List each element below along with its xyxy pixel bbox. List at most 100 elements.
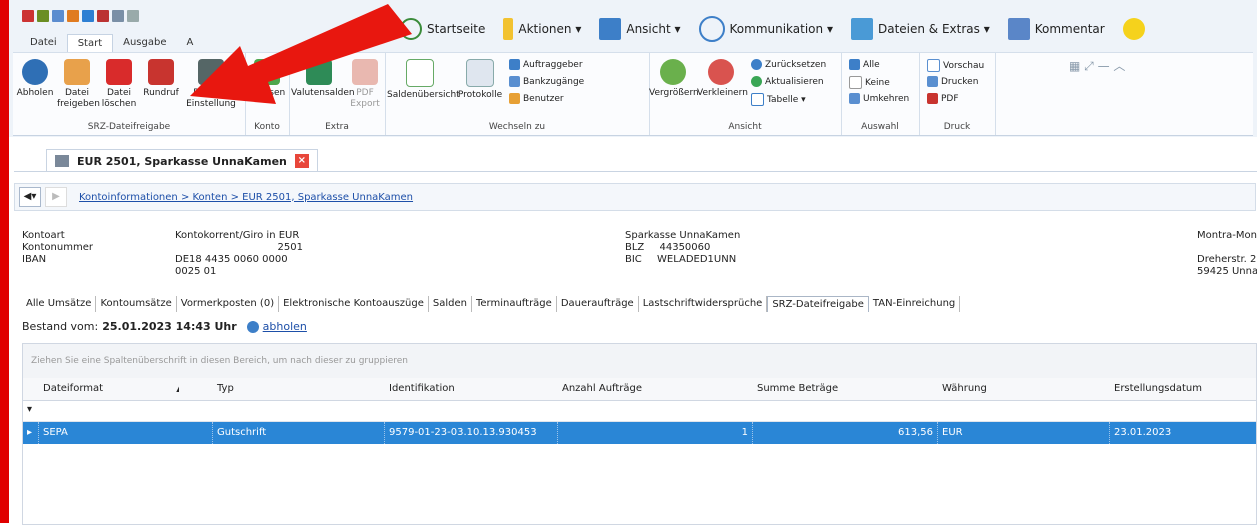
reset-icon xyxy=(751,59,762,70)
dateien-extras-menu[interactable]: Dateien & Extras ▾ xyxy=(850,18,990,40)
datei-loeschen-button[interactable]: Datei löschen xyxy=(99,59,139,110)
subtab-terminauftraege[interactable]: Terminaufträge xyxy=(472,296,557,312)
kommentar-button[interactable]: Kommentar xyxy=(1007,18,1105,40)
bank-name: Sparkasse UnnaKamen xyxy=(625,230,741,241)
owner-info: Montra-Mont Dreherstr. 2 59425 Unna xyxy=(1197,230,1257,278)
grid-header: Dateiformat ▲ Typ Identifikation Anzahl … xyxy=(23,378,1256,401)
breadcrumb[interactable]: Kontoinformationen > Konten > EUR 2501, … xyxy=(79,192,413,203)
bankzugaenge-button[interactable]: Bankzugänge xyxy=(509,76,584,87)
back-button[interactable]: ◀▾ xyxy=(19,187,41,207)
group-label-ansicht: Ansicht xyxy=(728,122,762,132)
datei-freigeben-button[interactable]: Datei freigeben xyxy=(57,59,100,110)
thumbs-up-icon xyxy=(64,59,90,85)
abholen-button[interactable]: Abholen xyxy=(15,59,55,99)
zoom-out-icon xyxy=(708,59,734,85)
subtab-dauerauftraege[interactable]: Daueraufträge xyxy=(557,296,639,312)
cell-erstellungsdatum: 23.01.2023 xyxy=(1114,427,1172,438)
import-icon[interactable] xyxy=(82,10,94,22)
umkehren-button[interactable]: Umkehren xyxy=(849,93,909,104)
vergroessern-button[interactable]: Vergrößern xyxy=(649,59,699,99)
aktualisieren-button[interactable]: Aktualisieren xyxy=(751,76,824,87)
owner-city: 59425 Unna xyxy=(1197,266,1257,277)
smiley-icon[interactable] xyxy=(1122,18,1145,40)
column-header-dateiformat[interactable]: Dateiformat ▲ xyxy=(39,379,179,399)
group-auswahl: Alle Keine Umkehren Auswahl xyxy=(841,53,920,135)
print-icon[interactable] xyxy=(97,10,109,22)
subtab-srz-dateifreigabe[interactable]: SRZ-Dateifreigabe xyxy=(767,296,869,312)
document-tab[interactable]: EUR 2501, Sparkasse UnnaKamen × xyxy=(46,149,318,172)
column-header-erstellungsdatum[interactable]: Erstellungsdatum xyxy=(1110,379,1256,399)
verkleinern-button[interactable]: Verkleinern xyxy=(697,59,748,99)
more-icon[interactable] xyxy=(127,10,139,22)
aktionen-menu[interactable]: Aktionen ▾ xyxy=(503,18,581,40)
export-icon[interactable] xyxy=(67,10,79,22)
top-navigation: Startseite Aktionen ▾ Ansicht ▾ Kommunik… xyxy=(400,16,1145,42)
kommunikation-menu[interactable]: Kommunikation ▾ xyxy=(698,16,833,42)
cell-identifikation: 9579-01-23-03.10.13.930453 xyxy=(385,422,558,444)
bank-info: Sparkasse UnnaKamen BLZ 44350060 BIC WEL… xyxy=(625,230,740,266)
window-controls[interactable]: ▦ ⤢ — ︿ xyxy=(1069,57,1125,74)
group-label-wechseln: Wechseln zu xyxy=(488,122,546,132)
pdf-icon xyxy=(927,93,938,104)
grid-icon[interactable] xyxy=(37,10,49,22)
subtab-vormerkposten[interactable]: Vormerkposten (0) xyxy=(177,296,280,312)
pdf-button[interactable]: PDF xyxy=(927,93,959,104)
subtab-kontoauszuege[interactable]: Elektronische Kontoauszüge xyxy=(279,296,429,312)
protokolle-button[interactable]: Protokolle xyxy=(455,59,505,101)
alle-button[interactable]: Alle xyxy=(849,59,880,70)
subtab-alle-umsaetze[interactable]: Alle Umsätze xyxy=(22,296,97,312)
app-icon[interactable] xyxy=(22,10,34,22)
printer-icon xyxy=(927,76,938,87)
refresh-icon[interactable] xyxy=(246,320,259,333)
bestand-line: Bestand vom: 25.01.2023 14:43 Uhr abhole… xyxy=(22,320,307,333)
subtab-tan-einreichung[interactable]: TAN-Einreichung xyxy=(869,296,961,312)
close-icon[interactable]: × xyxy=(294,154,309,168)
annotation-arrow xyxy=(190,4,412,104)
value-kontoart: Kontokorrent/Giro in EUR xyxy=(175,230,300,241)
page-icon[interactable] xyxy=(112,10,124,22)
comment-icon xyxy=(1007,18,1030,40)
subtab-lastschriftwidersprueche[interactable]: Lastschriftwidersprüche xyxy=(639,296,768,312)
cell-summe: 613,56 xyxy=(753,422,938,444)
filter-row[interactable]: ▾ xyxy=(23,401,1256,422)
keine-button[interactable]: Keine xyxy=(849,76,890,89)
delete-x-icon xyxy=(106,59,132,85)
row-indicator-icon: ▸ xyxy=(23,422,39,444)
table-row[interactable]: ▸ SEPA Gutschrift 9579-01-23-03.10.13.93… xyxy=(23,422,1256,444)
sort-ascending-icon: ▲ xyxy=(176,384,179,393)
account-subtabs: Alle Umsätze Kontoumsätze Vormerkposten … xyxy=(22,296,961,312)
bank-icon xyxy=(509,76,520,87)
benutzer-button[interactable]: Benutzer xyxy=(509,93,564,104)
label-kontonummer: Kontonummer xyxy=(22,242,93,253)
column-header-summe[interactable]: Summe Beträge xyxy=(753,379,913,399)
label-blz: BLZ xyxy=(625,242,645,253)
tab-datei[interactable]: Datei xyxy=(20,34,67,52)
auftraggeber-icon xyxy=(509,59,520,70)
subtab-kontoumsaetze[interactable]: Kontoumsätze xyxy=(96,296,177,312)
abholen-link[interactable]: abholen xyxy=(263,320,307,333)
column-header-waehrung[interactable]: Währung xyxy=(938,379,1098,399)
column-header-typ[interactable]: Typ xyxy=(213,379,373,399)
auftraggeber-button[interactable]: Auftraggeber xyxy=(509,59,583,70)
owner-street: Dreherstr. 2 xyxy=(1197,254,1257,265)
group-by-area[interactable]: Ziehen Sie eine Spaltenüberschrift in di… xyxy=(23,344,1256,378)
tabelle-dropdown[interactable]: Tabelle ▾ xyxy=(751,93,806,106)
quick-access-toolbar xyxy=(22,10,139,26)
subtab-salden[interactable]: Salden xyxy=(429,296,472,312)
vorschau-button[interactable]: Vorschau xyxy=(927,59,984,72)
group-druck: Vorschau Drucken PDF Druck xyxy=(919,53,996,135)
save-icon[interactable] xyxy=(52,10,64,22)
column-header-identifikation[interactable]: Identifikation xyxy=(385,379,545,399)
tab-start[interactable]: Start xyxy=(66,34,114,52)
zuruecksetzen-button[interactable]: Zurücksetzen xyxy=(751,59,826,70)
forward-button[interactable]: ▶ xyxy=(45,187,67,207)
value-iban: DE18 4435 0060 0000 0025 01 xyxy=(175,254,288,277)
drucken-button[interactable]: Drucken xyxy=(927,76,978,87)
ansicht-menu[interactable]: Ansicht ▾ xyxy=(599,18,681,40)
column-header-anzahl[interactable]: Anzahl Aufträge xyxy=(558,379,718,399)
group-label-konto: Konto xyxy=(254,122,280,132)
data-grid: Ziehen Sie eine Spaltenüberschrift in di… xyxy=(22,343,1257,525)
left-red-bar xyxy=(0,0,9,523)
value-bic: WELADED1UNN xyxy=(656,254,737,265)
account-icon xyxy=(55,155,69,167)
